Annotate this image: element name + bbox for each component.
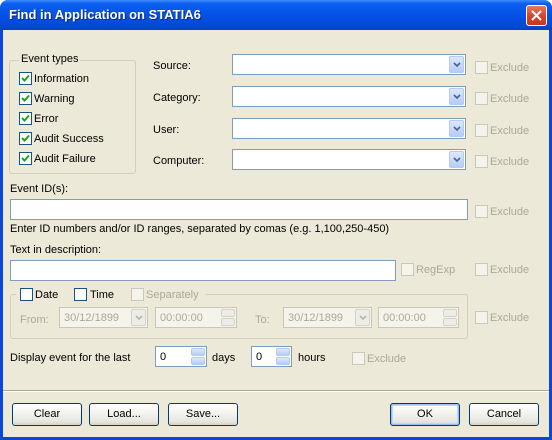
computer-label: Computer: [153,155,205,167]
load-button[interactable]: Load... [89,403,159,426]
ok-button[interactable]: OK [390,403,460,426]
to-label: To: [255,314,270,326]
spin-down-icon[interactable] [443,318,457,326]
description-exclude-label: Exclude [490,264,530,276]
event-types-title: Event types [19,53,81,65]
separately-checkbox[interactable] [131,288,144,301]
user-label: User: [153,124,180,136]
spin-up-icon[interactable] [443,309,457,317]
computer-exclude-label: Exclude [490,156,530,168]
checkmark-icon [21,134,30,142]
dropdown-arrow[interactable] [131,309,146,326]
hours-spinner[interactable]: 0 [251,346,292,367]
user-exclude-checkbox[interactable] [475,124,488,137]
clear-button[interactable]: Clear [12,403,82,426]
days-label: days [212,352,236,364]
category-exclude-checkbox[interactable] [475,92,488,105]
description-label: Text in description: [10,244,102,256]
time-checkbox[interactable] [74,288,87,301]
warning-label: Warning [34,93,75,105]
spin-up-icon[interactable] [221,309,235,317]
title-bar[interactable]: Find in Application on STATIA6 [0,0,552,30]
dropdown-arrow[interactable] [449,120,464,137]
event-id-input[interactable] [10,199,468,220]
error-checkbox[interactable] [19,112,32,125]
time-label: Time [90,289,115,301]
window-title: Find in Application on STATIA6 [9,7,201,22]
chevron-down-icon [453,157,461,163]
checkmark-icon [21,114,30,122]
days-spinner[interactable]: 0 [155,346,207,367]
date-label: Date [35,289,59,301]
spin-down-icon[interactable] [221,318,235,326]
source-combobox[interactable] [232,54,466,75]
audit-failure-checkbox[interactable] [19,152,32,165]
dropdown-arrow[interactable] [355,309,370,326]
find-dialog: Find in Application on STATIA6 Event typ… [0,0,552,440]
computer-combobox[interactable] [232,149,466,170]
spin-up-icon[interactable] [191,348,205,356]
chevron-down-icon [359,315,367,321]
to-date-picker[interactable]: 30/12/1899 [283,307,372,328]
spin-up-icon[interactable] [276,348,290,356]
from-label: From: [20,314,49,326]
event-id-label: Event ID(s): [10,183,69,195]
spin-down-icon[interactable] [276,357,290,365]
chevron-down-icon [453,126,461,132]
dropdown-arrow[interactable] [449,151,464,168]
category-combobox[interactable] [232,86,466,107]
close-icon [531,10,542,21]
event-id-exclude-label: Exclude [490,206,530,218]
dropdown-arrow[interactable] [449,56,464,73]
from-date-picker[interactable]: 30/12/1899 [59,307,148,328]
computer-exclude-checkbox[interactable] [475,155,488,168]
user-exclude-label: Exclude [490,125,530,137]
category-label: Category: [153,92,201,104]
source-exclude-checkbox[interactable] [475,61,488,74]
error-label: Error [34,113,59,125]
checkmark-icon [21,154,30,162]
information-label: Information [34,73,90,85]
information-checkbox[interactable] [19,72,32,85]
date-checkbox[interactable] [20,288,33,301]
checkmark-icon [21,94,30,102]
save-button[interactable]: Save... [168,403,238,426]
audit-success-checkbox[interactable] [19,132,32,145]
user-combobox[interactable] [232,118,466,139]
description-input[interactable] [10,260,396,281]
from-time-spinner[interactable]: 00:00:00 [155,307,237,328]
event-id-hint: Enter ID numbers and/or ID ranges, separ… [10,223,390,235]
close-button[interactable] [526,5,547,26]
date-exclude-checkbox[interactable] [475,311,488,324]
regexp-label: RegExp [416,264,456,276]
separator [3,390,549,392]
source-exclude-label: Exclude [490,62,530,74]
category-exclude-label: Exclude [490,93,530,105]
chevron-down-icon [453,94,461,100]
last-period-exclude-checkbox[interactable] [352,352,365,365]
cancel-button[interactable]: Cancel [469,403,539,426]
chevron-down-icon [453,62,461,68]
last-period-exclude-label: Exclude [367,353,407,365]
hours-label: hours [298,352,326,364]
dropdown-arrow[interactable] [449,88,464,105]
last-period-label: Display event for the last [10,352,131,364]
date-exclude-label: Exclude [490,312,530,324]
checkmark-icon [21,74,30,82]
source-label: Source: [153,60,191,72]
dialog-body: Event types Information Warning Error Au… [3,30,549,437]
chevron-down-icon [135,315,143,321]
audit-failure-label: Audit Failure [34,153,96,165]
warning-checkbox[interactable] [19,92,32,105]
description-exclude-checkbox[interactable] [475,263,488,276]
to-time-spinner[interactable]: 00:00:00 [378,307,459,328]
spin-down-icon[interactable] [191,357,205,365]
regexp-checkbox[interactable] [401,263,414,276]
separately-label: Separately [146,289,199,301]
audit-success-label: Audit Success [34,133,104,145]
event-id-exclude-checkbox[interactable] [475,205,488,218]
